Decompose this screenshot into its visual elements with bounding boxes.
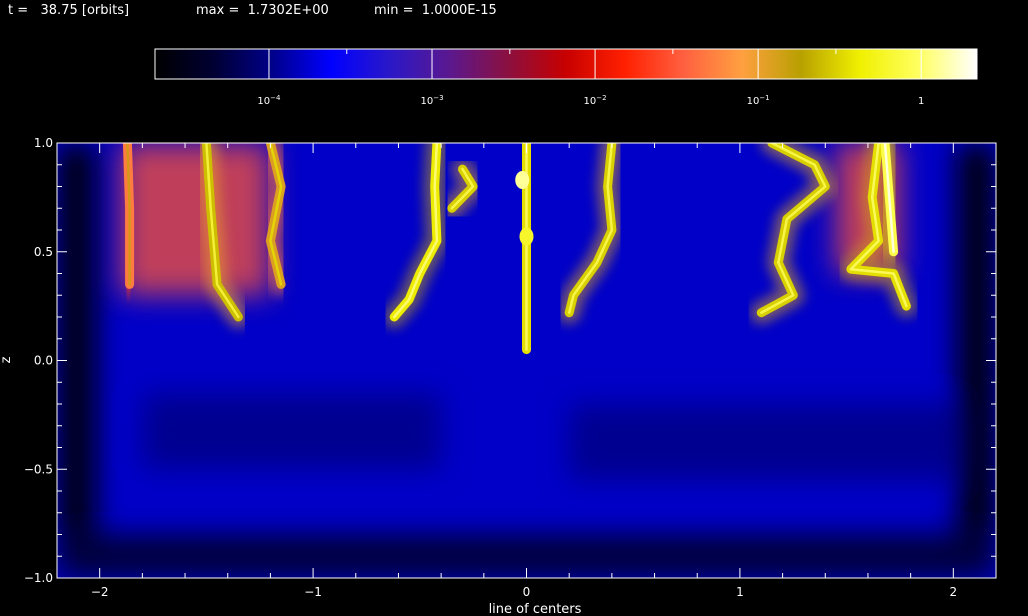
x-tick-label: 2 [949, 585, 957, 599]
x-tick-label: −2 [91, 585, 109, 599]
x-tick-label: −1 [304, 585, 322, 599]
heatmap-field [57, 143, 996, 578]
heatmap-plot: −2 −1 0 1 2 −1.0 −0.5 0.0 0.5 1.0 line of centers… [0, 136, 997, 616]
dark-region [142, 393, 442, 470]
y-tick-label: −0.5 [24, 462, 53, 476]
colorbar-tick-exponent: −3 [433, 94, 443, 102]
hot-spot [515, 170, 530, 189]
colorbar-tick-base: 10 [747, 96, 760, 107]
colorbar-tick-exponent: −2 [596, 94, 606, 102]
x-tick-label: 1 [736, 585, 744, 599]
filament [874, 143, 905, 263]
colorbar-gradient [154, 48, 978, 80]
hot-spot [519, 227, 534, 246]
filament [116, 143, 141, 296]
y-tick-label: 1.0 [34, 136, 53, 150]
filament [259, 143, 293, 296]
colorbar-tick-label: 1 [918, 96, 924, 107]
x-tick-label: 0 [523, 585, 531, 599]
colorbar-tick-base: 10 [420, 96, 433, 107]
colorbar-tick-exponent: −1 [759, 94, 769, 102]
figure-canvas: 10−4 10−3 10−2 10−1 1 −2 −1 0 1 2−1.0−0.50.00.51… [0, 48, 997, 616]
y-tick-label: −1.0 [24, 571, 53, 585]
colorbar-tick-base: 10 [584, 96, 597, 107]
colorbar-tick-base: 1 [918, 96, 924, 107]
colorbar-tick-label: 10−2 [584, 94, 607, 107]
colorbar-tick-label: 10−1 [747, 94, 770, 107]
dark-region [569, 404, 954, 481]
colorbar-tick-base: 10 [257, 96, 270, 107]
colorbar-tick-exponent: −4 [270, 94, 281, 102]
colorbar: 10−4 10−3 10−2 10−1 1 [154, 48, 978, 107]
colorbar-tick-label: 10−4 [257, 94, 281, 107]
y-axis-label: z [0, 356, 14, 363]
y-tick-label: 0.5 [34, 245, 53, 259]
warm-region [121, 143, 271, 296]
colorbar-tick-label: 10−3 [420, 94, 443, 107]
y-tick-label: 0.0 [34, 354, 53, 368]
x-axis-label: line of centers [489, 602, 582, 616]
